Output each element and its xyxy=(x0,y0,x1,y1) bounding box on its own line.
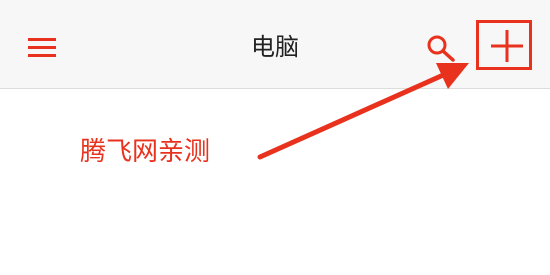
screen: 电脑 腾飞网亲测 xyxy=(0,0,550,275)
annotation-text: 腾飞网亲测 xyxy=(80,137,211,167)
search-icon xyxy=(427,35,455,62)
app-bar: 电脑 xyxy=(0,0,550,89)
search-button[interactable] xyxy=(424,31,460,65)
page-title: 电脑 xyxy=(251,33,299,61)
menu-button[interactable] xyxy=(23,30,63,64)
add-button[interactable] xyxy=(485,24,529,68)
hamburger-menu-icon xyxy=(28,38,56,57)
plus-icon xyxy=(491,30,523,62)
